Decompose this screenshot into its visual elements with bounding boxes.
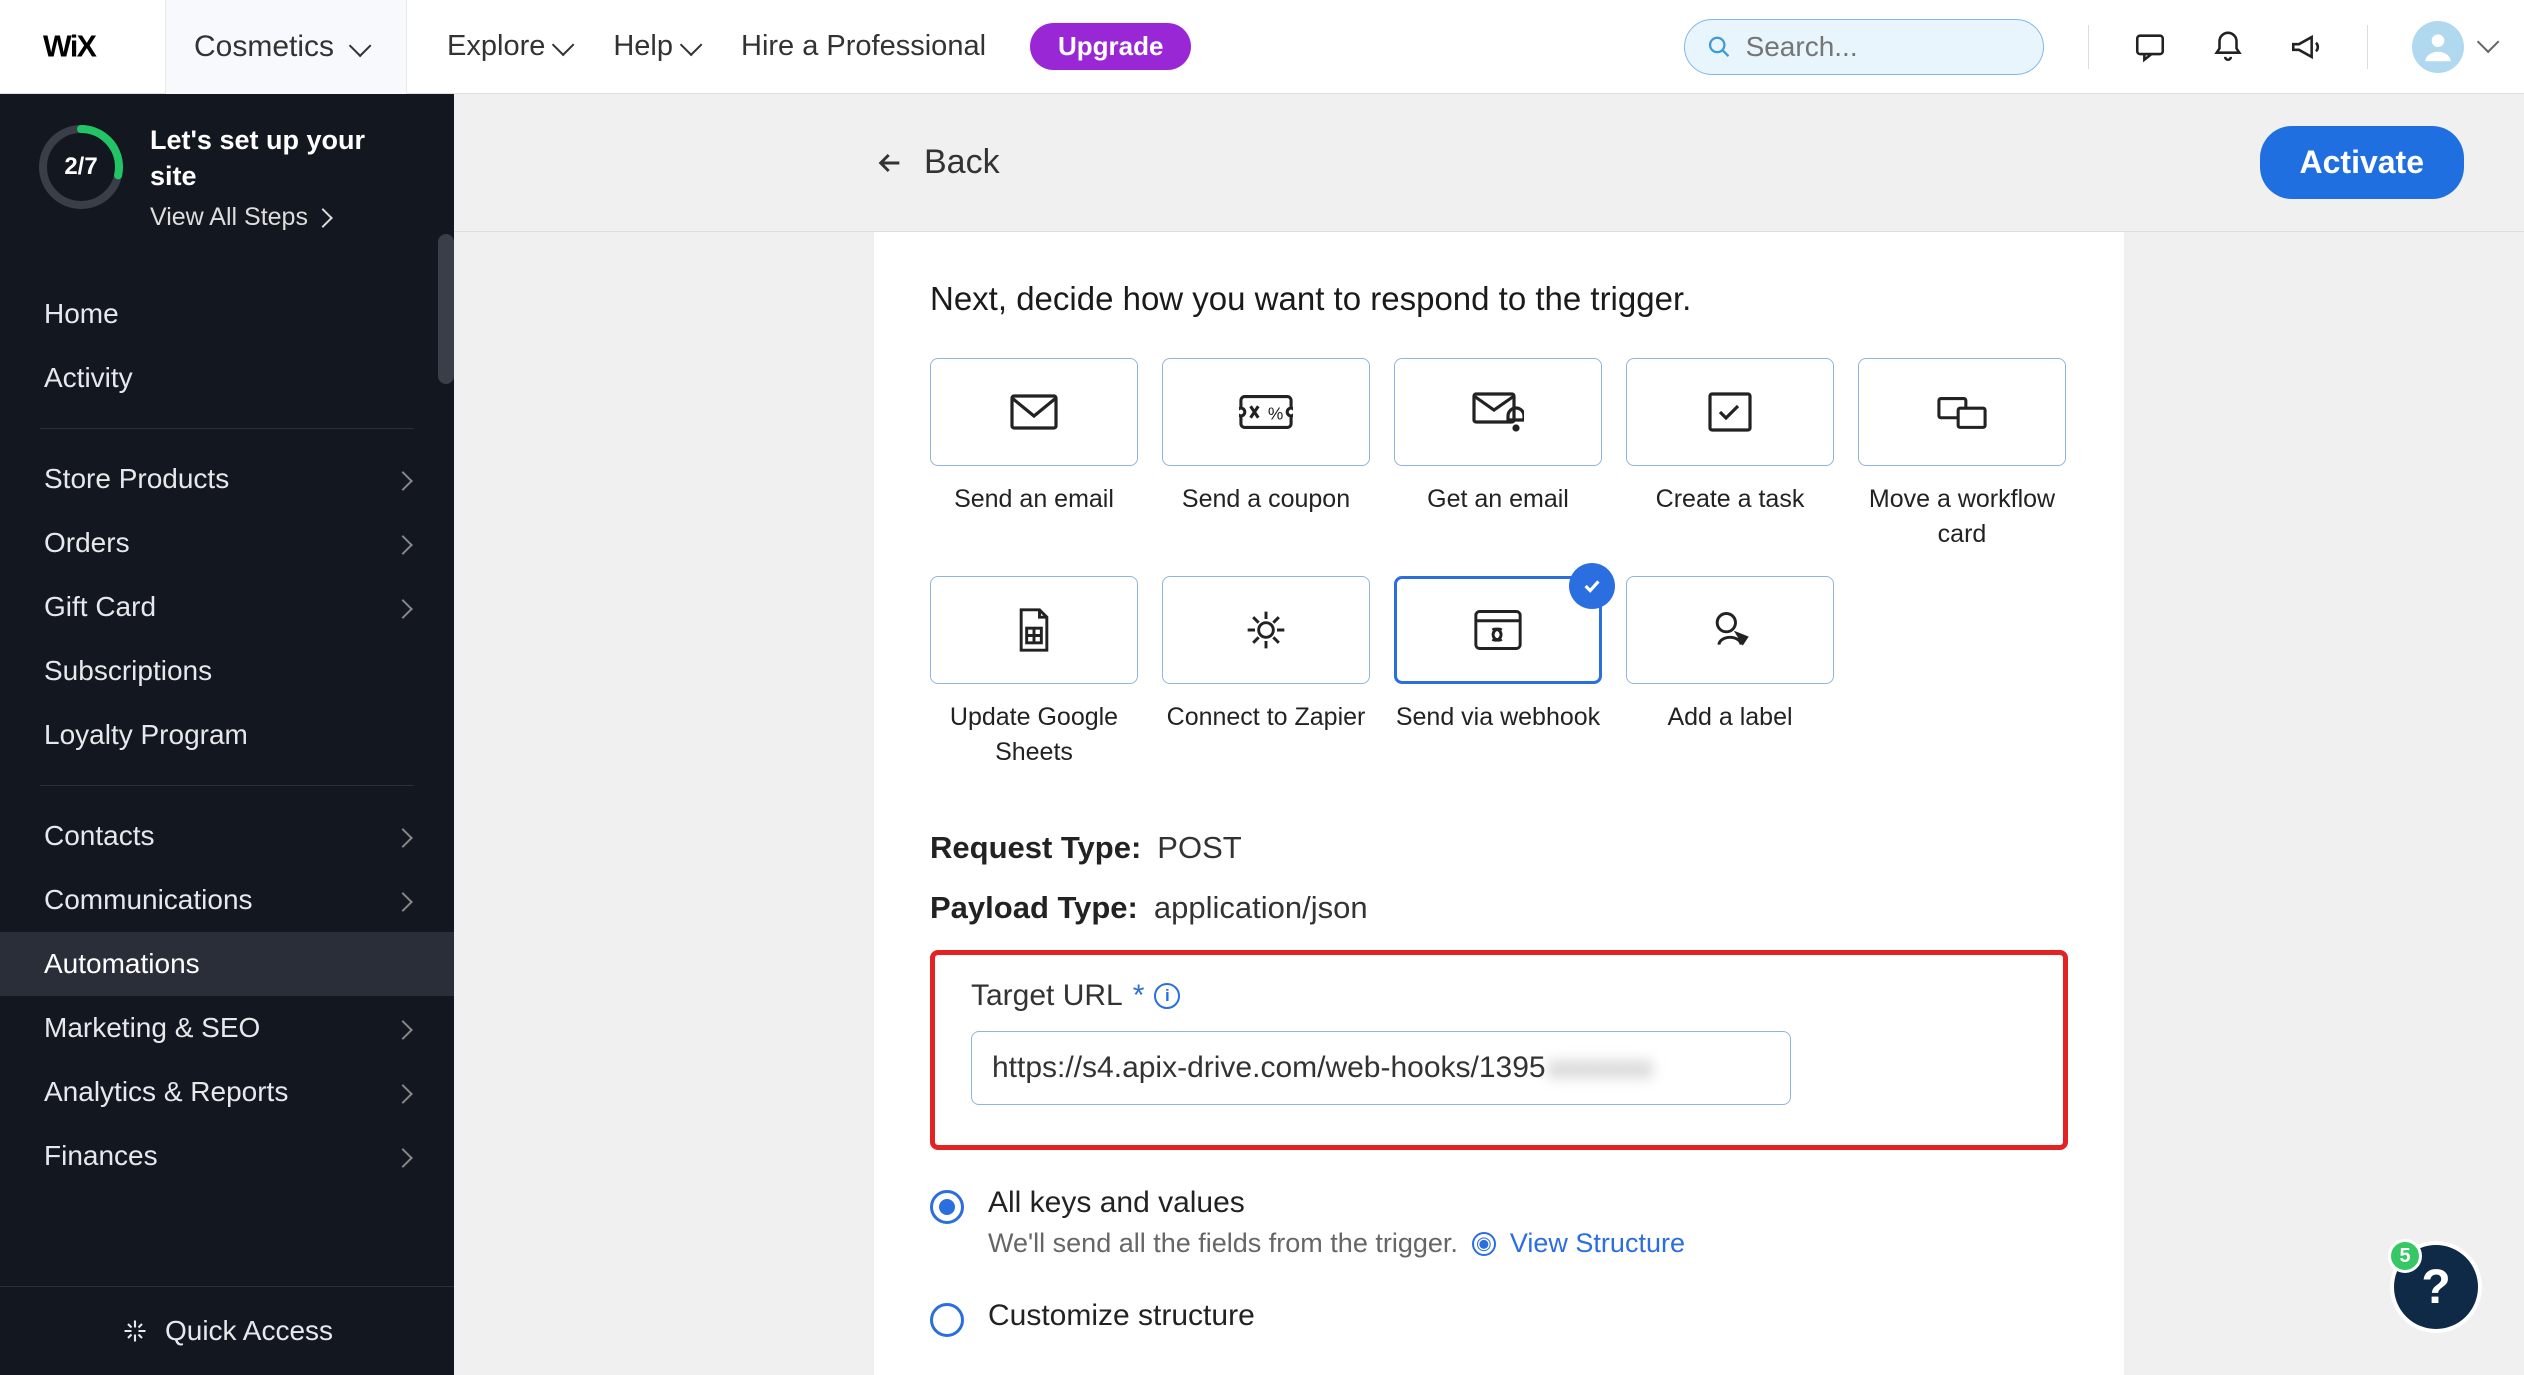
action-connect-to-zapier[interactable] xyxy=(1162,576,1370,684)
action-label: Connect to Zapier xyxy=(1167,700,1366,735)
action-get-an-email[interactable] xyxy=(1394,358,1602,466)
svg-text:%: % xyxy=(1268,404,1283,424)
action-send-via-webhook[interactable] xyxy=(1394,576,1602,684)
action-move-a-workflow-card[interactable] xyxy=(1858,358,2066,466)
divider xyxy=(2367,25,2368,69)
nav-explore[interactable]: Explore xyxy=(447,30,569,63)
action-label: Create a task xyxy=(1656,482,1805,517)
wix-logo[interactable]: WiX xyxy=(0,0,165,94)
action-add-a-label[interactable] xyxy=(1626,576,1834,684)
request-type-label: Request Type: xyxy=(930,830,1141,866)
radio-all-keys-label: All keys and values xyxy=(988,1186,1685,1220)
chevron-right-icon xyxy=(396,1076,410,1108)
sidebar-item-finances[interactable]: Finances xyxy=(0,1124,454,1188)
action-label: Send an email xyxy=(954,482,1114,517)
action-update-google-sheets[interactable] xyxy=(930,576,1138,684)
sidebar-item-communications[interactable]: Communications xyxy=(0,868,454,932)
required-star: * xyxy=(1133,979,1145,1013)
chat-icon[interactable] xyxy=(2133,30,2167,64)
action-label: Move a workflow card xyxy=(1858,482,2066,552)
chevron-right-icon xyxy=(396,591,410,623)
sidebar-item-gift-card[interactable]: Gift Card xyxy=(0,575,454,639)
chevron-right-icon xyxy=(396,820,410,852)
quick-access-button[interactable]: Quick Access xyxy=(0,1286,454,1375)
chevron-down-icon xyxy=(681,30,697,63)
activate-button[interactable]: Activate xyxy=(2260,126,2465,199)
sidebar-scrollbar[interactable] xyxy=(438,234,454,384)
action-label: Send a coupon xyxy=(1182,482,1350,517)
target-url-label: Target URL xyxy=(971,979,1123,1013)
chevron-down-icon xyxy=(553,30,569,63)
radio-all-keys[interactable] xyxy=(930,1190,964,1224)
search-input[interactable] xyxy=(1746,31,2021,63)
chevron-down-icon xyxy=(350,30,366,64)
sidebar-item-automations[interactable]: Automations xyxy=(0,932,454,996)
checkmark-badge xyxy=(1569,563,1615,609)
redacted: xxxxxxx xyxy=(1548,1051,1653,1085)
sidebar-item-loyalty-program[interactable]: Loyalty Program xyxy=(0,703,454,767)
setup-title: Let's set up your site xyxy=(150,122,418,195)
chevron-right-icon xyxy=(396,527,410,559)
target-url-highlight: Target URL * i https://s4.apix-drive.com… xyxy=(930,950,2068,1150)
action-label: Update Google Sheets xyxy=(930,700,1138,770)
help-fab[interactable]: 5 ? xyxy=(2390,1241,2482,1333)
sidebar-item-marketing-seo[interactable]: Marketing & SEO xyxy=(0,996,454,1060)
sidebar-item-home[interactable]: Home xyxy=(0,282,454,346)
help-badge: 5 xyxy=(2388,1239,2422,1273)
chevron-right-icon xyxy=(316,203,330,232)
svg-text:WiX: WiX xyxy=(43,31,97,63)
arrow-left-icon xyxy=(874,147,906,179)
chevron-right-icon xyxy=(396,1012,410,1044)
radio-customize-label: Customize structure xyxy=(988,1299,1255,1333)
sidebar-item-contacts[interactable]: Contacts xyxy=(0,804,454,868)
question-mark-icon: ? xyxy=(2421,1260,2450,1315)
sidebar-item-analytics-reports[interactable]: Analytics & Reports xyxy=(0,1060,454,1124)
nav-help[interactable]: Help xyxy=(613,30,697,63)
chevron-right-icon xyxy=(396,1140,410,1172)
sidebar-item-subscriptions[interactable]: Subscriptions xyxy=(0,639,454,703)
radio-customize[interactable] xyxy=(930,1303,964,1337)
progress-text: 2/7 xyxy=(36,122,126,212)
chevron-down-icon xyxy=(2478,36,2494,57)
chevron-right-icon xyxy=(396,884,410,916)
payload-type-value: application/json xyxy=(1154,890,1368,926)
site-name: Cosmetics xyxy=(194,30,334,64)
action-send-a-coupon[interactable]: % xyxy=(1162,358,1370,466)
avatar-icon xyxy=(2412,21,2464,73)
chevron-right-icon xyxy=(396,463,410,495)
section-heading: Next, decide how you want to respond to … xyxy=(930,280,2068,318)
target-url-input[interactable]: https://s4.apix-drive.com/web-hooks/1395… xyxy=(971,1031,1791,1105)
progress-ring: 2/7 xyxy=(36,122,126,212)
sidebar-item-store-products[interactable]: Store Products xyxy=(0,447,454,511)
divider xyxy=(40,785,414,786)
sidebar-item-orders[interactable]: Orders xyxy=(0,511,454,575)
setup-progress-card[interactable]: 2/7 Let's set up your site View All Step… xyxy=(0,94,454,272)
view-structure-link[interactable]: View Structure xyxy=(1510,1228,1685,1259)
request-type-value: POST xyxy=(1157,830,1241,866)
nav-hire[interactable]: Hire a Professional xyxy=(741,30,986,63)
upgrade-button[interactable]: Upgrade xyxy=(1030,23,1191,70)
account-menu[interactable] xyxy=(2412,21,2494,73)
sidebar-item-activity[interactable]: Activity xyxy=(0,346,454,410)
bell-icon[interactable] xyxy=(2211,30,2245,64)
action-send-an-email[interactable] xyxy=(930,358,1138,466)
payload-type-label: Payload Type: xyxy=(930,890,1138,926)
site-switcher[interactable]: Cosmetics xyxy=(165,0,407,94)
action-create-a-task[interactable] xyxy=(1626,358,1834,466)
info-icon[interactable]: i xyxy=(1154,983,1180,1009)
structure-icon: ◉ xyxy=(1472,1232,1496,1256)
search-box[interactable] xyxy=(1684,19,2044,75)
action-label: Add a label xyxy=(1667,700,1792,735)
radio-all-keys-sub: We'll send all the fields from the trigg… xyxy=(988,1228,1685,1259)
divider xyxy=(40,428,414,429)
action-label: Send via webhook xyxy=(1396,700,1600,735)
megaphone-icon[interactable] xyxy=(2289,30,2323,64)
view-all-steps-link[interactable]: View All Steps xyxy=(150,203,418,232)
sparkle-icon xyxy=(121,1317,149,1345)
action-label: Get an email xyxy=(1427,482,1569,517)
back-button[interactable]: Back xyxy=(874,143,1000,182)
search-icon xyxy=(1707,33,1732,61)
divider xyxy=(2088,25,2089,69)
